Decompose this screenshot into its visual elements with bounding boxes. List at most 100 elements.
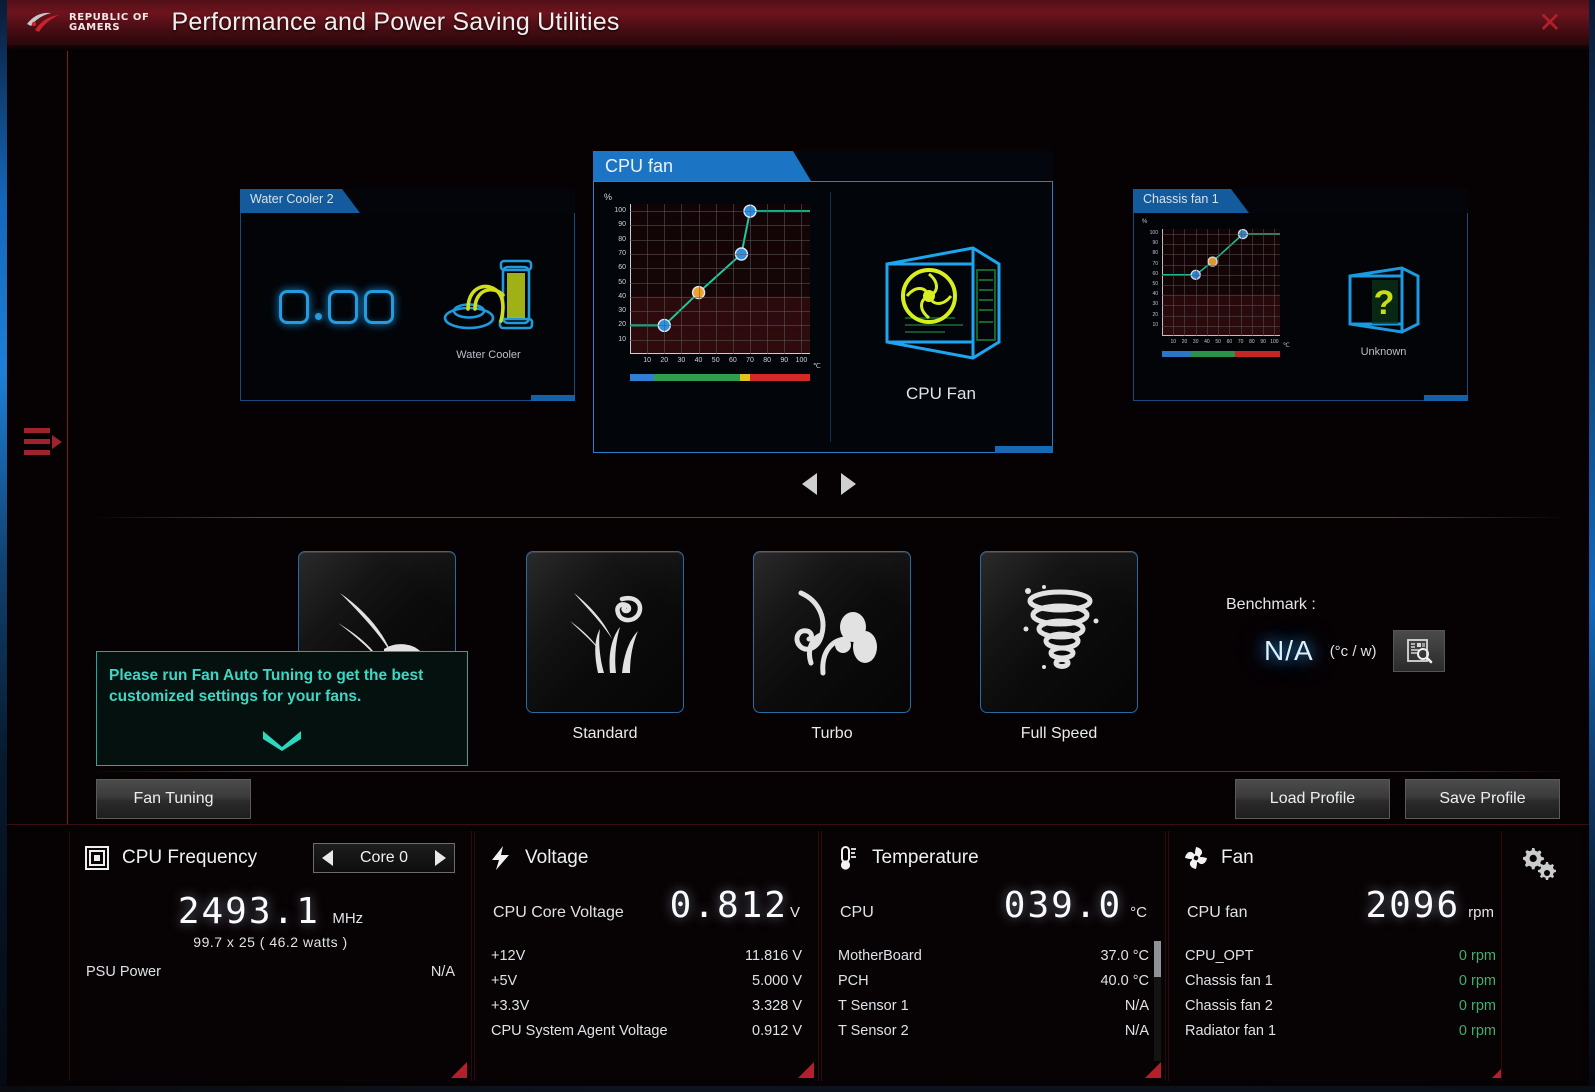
card-tab-header: CPU fan [593,151,1053,181]
voltage-value: 0.812 [669,885,788,926]
monitor-row-value: 37.0 °C [1100,948,1149,964]
monitor-row-label: CPU System Agent Voltage [491,1023,668,1039]
close-icon[interactable]: ✕ [1533,8,1567,38]
action-bar: Fan Tuning Load Profile Save Profile [90,771,1570,824]
water-cooler-readout [278,289,394,324]
temperature-scrollbar[interactable] [1154,941,1161,1061]
mode-standard[interactable]: Standard [526,551,684,743]
fan-tuning-tooltip: Please run Fan Auto Tuning to get the be… [96,651,468,766]
cpu-frequency-unit: MHz [332,910,364,927]
benchmark-value: N/A [1264,635,1314,666]
monitor-row-label: CPU_OPT [1185,948,1254,964]
monitor-settings-column [1501,831,1583,1081]
monitor-row-label: +3.3V [491,998,530,1014]
monitor-row-value: N/A [1124,998,1149,1014]
chevron-right-icon[interactable] [840,473,856,495]
monitor-row-label: T Sensor 2 [838,1023,909,1039]
mode-fullspeed[interactable]: Full Speed [980,551,1138,743]
chevron-down-icon[interactable] [261,729,303,751]
carousel-navigation [68,473,1589,495]
temperature-band [1162,351,1191,357]
monitor-row: MotherBoard 37.0 °C [838,944,1149,969]
svg-text:?: ? [1373,284,1394,322]
monitor-row: PSU Power N/A [86,960,455,985]
save-profile-button[interactable]: Save Profile [1405,779,1560,819]
unknown-case-icon: ? [1348,265,1419,334]
rog-eye-icon [25,10,61,36]
grid-line [715,204,717,354]
panel-title: Temperature [872,847,979,868]
tornado-icon [1023,585,1099,669]
rog-logo: REPUBLIC OF GAMERS [25,10,149,36]
fan-card-water-cooler-2[interactable]: Water Cooler 2 Water Cooler [240,189,575,401]
grid-line [1162,325,1280,327]
x-tick-label: 10 [643,357,652,364]
mode-tile[interactable] [753,551,911,713]
chevron-left-icon[interactable] [801,473,817,495]
mode-tile[interactable] [980,551,1138,713]
x-tick-label: 60 [728,357,737,364]
brand-line-1: REPUBLIC OF [69,11,150,23]
cpu-fan-device-art: CPU Fan [830,182,1052,452]
grid-line [647,204,649,354]
grid-line [1162,295,1280,297]
mode-label: Full Speed [1020,725,1098,742]
monitor-row-value: N/A [1124,1023,1149,1039]
mode-turbo[interactable]: Turbo [753,551,911,743]
water-cooler-icon [443,259,533,329]
grid-line [1162,305,1280,307]
card-body: Water Cooler [240,213,575,401]
fan-card-chassis-fan-1[interactable]: Chassis fan 1 % 10 20 30 40 50 60 70 80 90 100 10… [1133,189,1468,401]
grid-line [732,204,734,354]
hardware-monitor-strip: CPU Frequency Core 0 2493.1 MHz 99.7 x 2… [7,824,1589,1086]
monitor-row-value: 0 rpm [1458,998,1496,1014]
cpu-frequency-detail: 99.7 x 25 ( 46.2 watts ) [193,934,348,950]
grid-line [630,311,810,313]
monitor-row-label: T Sensor 1 [838,998,909,1014]
mode-tile[interactable] [526,551,684,713]
temperature-primary-label: CPU [840,904,874,921]
grid-line [1162,285,1280,287]
arrow-left-icon[interactable] [322,850,333,866]
fan-card-cpu-fan[interactable]: CPU fan % 10 20 30 40 50 60 70 80 90 100 10 20 30 40… [593,151,1053,453]
card-title: Water Cooler 2 [250,192,334,206]
monitor-row-value: 0.912 V [752,1023,802,1039]
fan-tuning-button[interactable]: Fan Tuning [96,779,251,819]
card-body: % 10 20 30 40 50 60 70 80 90 100 10 20 30 40 50 60 70 80… [593,181,1053,453]
left-accent-strip [0,0,7,1092]
panel-rows: PSU Power N/A [70,960,471,985]
title-bar: REPUBLIC OF GAMERS Performance and Power… [7,0,1589,50]
x-tick-label: 20 [660,357,669,364]
swirl-turbo-icon [794,590,877,676]
grid-line [664,204,666,354]
hamburger-menu-icon[interactable] [24,424,64,460]
grid-line [630,325,810,327]
load-profile-button[interactable]: Load Profile [1235,779,1390,819]
monitor-row-value: 3.328 V [752,998,802,1014]
temperature-band-bar [1162,351,1280,357]
fan-blade-icon [1185,847,1207,869]
monitor-row-label: Chassis fan 1 [1185,973,1273,989]
gears-icon[interactable] [1518,845,1560,883]
core-selector[interactable]: Core 0 [313,843,455,873]
temperature-band [740,374,750,381]
card-tab-header: Chassis fan 1 [1133,189,1468,213]
monitor-row: CPU_OPT 0 rpm [1185,944,1496,969]
arrow-right-icon[interactable] [435,850,446,866]
benchmark-report-button[interactable] [1392,630,1445,672]
panel-title: Voltage [525,847,589,868]
monitor-row: +12V 11.816 V [491,944,802,969]
x-tick-label: 40 [694,357,703,364]
page-title: Performance and Power Saving Utilities [171,8,620,36]
rog-wordmark: REPUBLIC OF GAMERS [69,11,150,33]
chassis-fan-1-curve-chart[interactable]: % 10 20 30 40 50 60 70 80 90 100 10 20 30 40 50 60 70 80… [1134,213,1300,401]
cpu-fan-curve-chart[interactable]: % 10 20 30 40 50 60 70 80 90 100 10 20 30 40 50 60 70 80… [594,182,830,454]
panel-title: Fan [1221,847,1254,868]
monitor-row-value: N/A [430,964,455,980]
temperature-band [750,374,810,381]
monitor-row-value: 40.0 °C [1100,973,1149,989]
grid-line [801,204,803,354]
mode-label: Turbo [811,725,853,742]
main-content-frame: Water Cooler 2 Water Cooler CPU fan % 10… [7,51,1588,824]
monitor-row-label: +5V [491,973,518,989]
